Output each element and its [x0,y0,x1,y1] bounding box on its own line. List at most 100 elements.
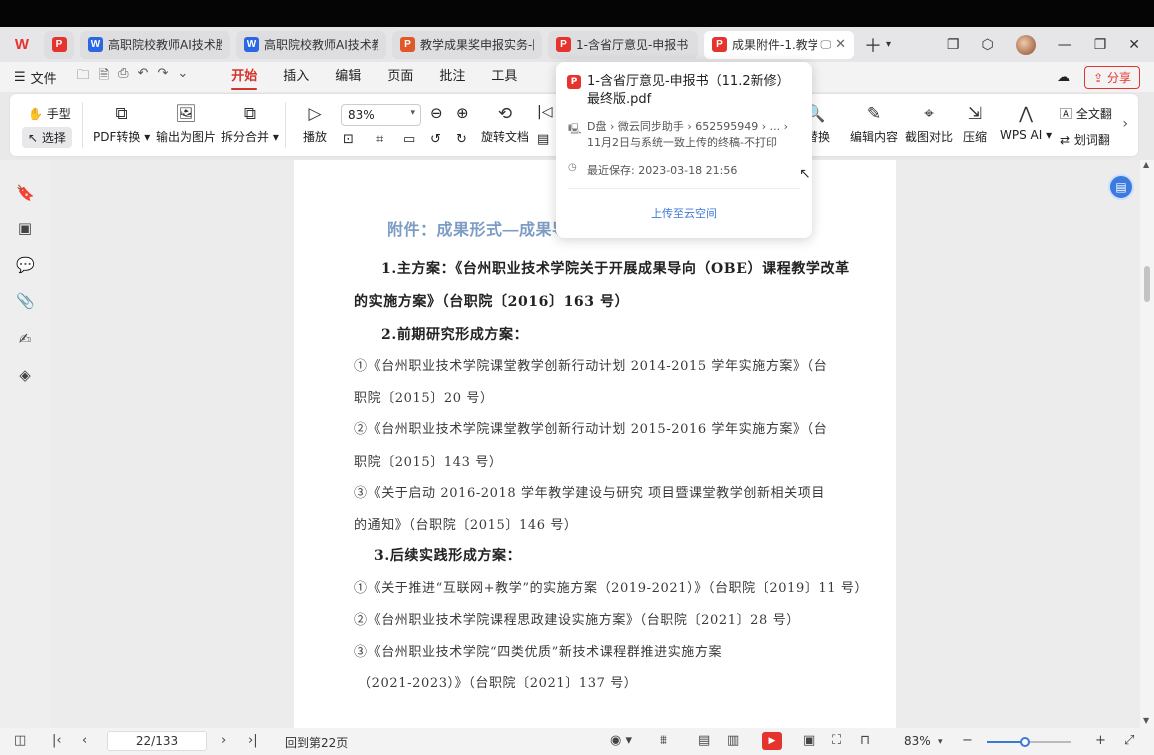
document-tab[interactable]: P 成果附件-1.教学 🖵 ✕ [704,30,854,59]
status-zoom-value[interactable]: 83% [904,734,931,748]
menu-tab[interactable]: 页面 [374,62,426,92]
scrollbar-thumb[interactable] [1144,266,1150,302]
document-tab[interactable]: P [44,30,74,59]
ribbon-scroll-right-icon[interactable]: › [1122,116,1128,132]
scroll-up-icon[interactable]: ▲ [1143,160,1149,169]
wps-ai-button[interactable]: ⋀ WPS AI ▾ [1000,104,1052,142]
go-to-page-link[interactable]: 回到第22页 [285,734,348,751]
play-button[interactable]: ▷ 播放 [303,104,327,145]
wps-ai-label: WPS AI [1000,128,1043,142]
zoom-out-icon[interactable]: ⊖ [430,104,443,122]
document-viewport[interactable]: 附件：成果形式—成果导 1.主方案：《台州职业技术学院关于开展成果导向（OBE）… [50,160,1140,728]
device-icon[interactable]: 🖵 [820,38,831,52]
quick-access-chevron-icon[interactable]: ⌄ [177,66,188,88]
play-label: 播放 [303,130,328,144]
document-tab[interactable]: P 教学成果奖申报实务-陈 [392,30,542,59]
multi-window-icon[interactable]: ❐ [947,37,960,53]
document-tab[interactable]: P 1-含省厅意见-申报书（ [548,30,698,59]
eye-protection-icon[interactable]: ◉ ▾ [610,733,632,748]
wps-logo-icon[interactable]: W [6,33,38,57]
document-tab[interactable]: W 高职院校教师AI技术教 [236,30,386,59]
compress-button[interactable]: ⇲ 压缩 [963,104,987,145]
hand-icon: ✋ [28,107,43,121]
word-icon: W [88,37,103,52]
attachment-icon[interactable]: 📎 [16,292,35,310]
rotate-left-icon[interactable]: ↺ [430,132,441,147]
zoom-slider-knob[interactable] [1019,737,1030,747]
single-page-view-icon[interactable]: ▤ [698,733,710,748]
rotate-right-icon[interactable]: ↻ [456,132,467,147]
file-info-popup: P 1-含省厅意见-申报书（11.2新修）最终版.pdf 🖳 D盘 › 微云同步… [556,62,812,238]
single-page-icon[interactable]: ▤ [537,132,549,147]
sidebar-toggle-icon[interactable]: ◫ [14,733,26,748]
zoom-in-icon[interactable]: ⊕ [456,104,469,122]
menu-tab[interactable]: 开始 [218,62,270,92]
restore-icon[interactable]: ❐ [1094,37,1107,53]
export-image-button[interactable]: 🖼 输出为图片 [156,104,216,145]
first-page-icon[interactable]: |‹ [52,733,62,748]
print-icon[interactable]: ⎙ [118,66,128,88]
fullscreen-icon[interactable]: ⛶ [832,733,841,748]
share-label: 分享 [1106,70,1131,85]
slideshow-play-icon[interactable]: ▶ [762,732,782,750]
close-tab-icon[interactable]: ✕ [835,37,846,52]
zoom-select[interactable]: 83% ▾ [341,104,421,126]
layers-icon[interactable]: ◈ [16,366,34,384]
scroll-mode-icon[interactable]: ⩩ [660,733,667,748]
cube-icon[interactable]: ⬡ [981,37,993,53]
undo-icon[interactable]: ↶ [138,66,149,88]
close-window-icon[interactable]: ✕ [1128,37,1140,53]
fit-screen-icon[interactable]: ⤢ [1124,733,1134,748]
zoom-out-icon[interactable]: − [962,733,973,748]
save-icon[interactable]: 🗎 [99,66,109,88]
last-page-icon[interactable]: ›| [248,733,258,748]
comment-icon[interactable]: 💬 [16,256,35,274]
signature-icon[interactable]: ✍ [16,330,34,348]
redo-icon[interactable]: ↷ [157,66,168,88]
word-translate-button[interactable]: ⇄ 划词翻 [1060,131,1110,148]
rotate-document-button[interactable]: ⟲ 旋转文档 [481,104,529,145]
menu-tab[interactable]: 插入 [270,62,322,92]
open-folder-icon[interactable]: 🗀 [77,66,90,88]
full-translate-button[interactable]: 🄰 全文翻 [1060,105,1112,122]
fit-page-icon[interactable]: ⌗ [376,132,383,147]
file-menu[interactable]: ☰ 文件 [14,68,57,87]
floating-assistant-button[interactable]: ▤ [1108,174,1134,200]
user-avatar[interactable] [1015,34,1036,55]
prev-page-icon[interactable]: ‹ [82,733,87,748]
fit-page-icon[interactable]: ▣ [803,733,815,748]
menu-tab[interactable]: 编辑 [322,62,374,92]
thumbnail-icon[interactable]: ▣ [16,219,34,237]
menu-tab[interactable]: 工具 [478,62,530,92]
split-merge-button[interactable]: ⧉ 拆分合并 ▾ [221,104,279,145]
next-page-icon[interactable]: › [221,733,226,748]
page-number-input[interactable]: 22/133 [107,731,207,751]
tab-list-chevron-icon[interactable]: ▾ [886,39,891,50]
document-line: ③《关于启动 2016-2018 学年教学建设与研究 项目暨课堂教学创新相关项目 [354,486,825,501]
zoom-in-icon[interactable]: + [1095,733,1106,748]
share-button[interactable]: ⇪ 分享 [1084,65,1140,89]
menu-tab[interactable]: 批注 [426,62,478,92]
fit-width-icon[interactable]: ▭ [403,132,415,147]
upload-to-cloud-link[interactable]: 上传至云空间 [556,205,812,221]
fit-width-icon[interactable]: ⊓ [860,733,870,748]
scroll-down-icon[interactable]: ▼ [1143,716,1149,725]
actual-size-icon[interactable]: ⊡ [343,132,354,147]
minimize-icon[interactable]: — [1058,37,1072,53]
document-tab[interactable]: W 高职院校教师AI技术胜任 [80,30,230,59]
zoom-slider[interactable] [987,737,1071,747]
double-page-view-icon[interactable]: ▥ [727,733,739,748]
vertical-scrollbar[interactable]: ▲ ▼ [1140,160,1154,728]
bookmark-icon[interactable]: 🔖 [16,184,35,202]
pdf-convert-button[interactable]: ⧉ PDF转换 ▾ [93,104,150,145]
new-tab-icon[interactable]: ＋ [864,32,882,58]
screenshot-compare-button[interactable]: ⌖ 截图对比 [905,104,953,145]
zoom-dropdown-icon[interactable]: ▾ [938,737,943,747]
first-page-icon[interactable]: |◁ [537,104,552,120]
popup-file-path[interactable]: D盘 › 微云同步助手 › 652595949 › ... › 11月2日与系统… [587,119,802,151]
rotate-document-icon: ⟲ [497,104,513,124]
cloud-icon[interactable]: ☁ [1057,70,1070,85]
edit-content-button[interactable]: ✎ 编辑内容 [850,104,898,145]
hand-tool-button[interactable]: ✋ 手型 [28,105,71,122]
select-tool-button[interactable]: ↖ 选择 [22,127,72,148]
